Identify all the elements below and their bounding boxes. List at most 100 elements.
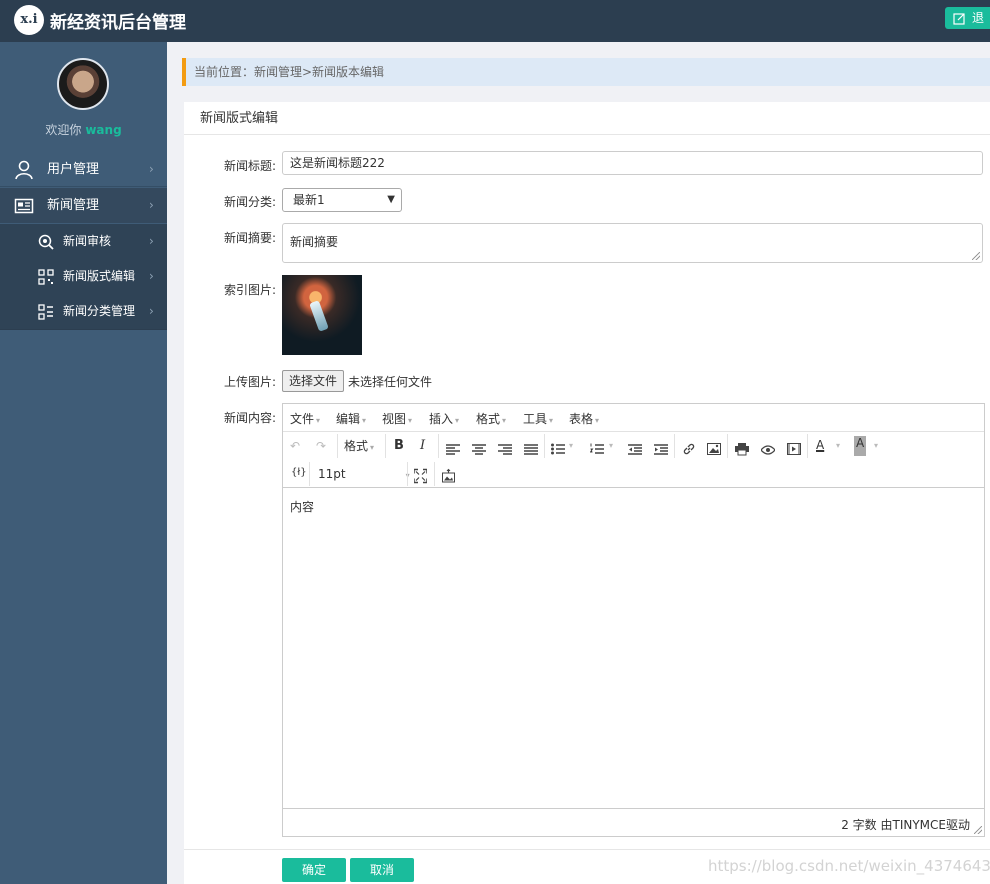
chevron-down-icon: ▾ <box>316 416 321 425</box>
avatar[interactable] <box>57 58 109 110</box>
chevron-right-icon: › <box>149 198 154 212</box>
divider <box>0 329 167 330</box>
sidebar-item-news-category[interactable]: 新闻分类管理 › <box>0 294 167 329</box>
category-label: 新闻分类: <box>223 195 276 209</box>
media-icon[interactable] <box>787 439 801 459</box>
divider <box>385 434 386 458</box>
menu-insert[interactable]: 插入 ▾ <box>429 410 459 427</box>
logout-label: 退 <box>972 11 985 25</box>
menu-file[interactable]: 文件 ▾ <box>290 410 320 427</box>
content-label: 新闻内容: <box>223 411 276 425</box>
sidebar-subitem-label: 新闻版式编辑 <box>63 269 136 283</box>
upload-image-icon[interactable] <box>442 466 455 486</box>
align-center-icon[interactable] <box>472 440 486 460</box>
format-dropdown[interactable]: 格式 ▾ <box>344 436 374 456</box>
chevron-right-icon: › <box>149 269 154 283</box>
edit-panel: 新闻版式编辑 新闻标题: 这是新闻标题222 新闻分类: 最新1 ▼ 新闻摘要:… <box>184 102 990 884</box>
align-justify-icon[interactable] <box>524 440 538 460</box>
panel-title: 新闻版式编辑 <box>184 102 990 135</box>
chevron-down-icon[interactable]: ▾ <box>836 436 840 456</box>
editor-menubar: 文件 ▾ 编辑 ▾ 视图 ▾ 插入 ▾ 格式 ▾ 工具 ▾ 表格 ▾ <box>283 404 984 432</box>
app-logo: x.i <box>14 5 44 35</box>
review-icon <box>38 234 54 250</box>
italic-icon[interactable]: I <box>420 436 425 456</box>
menu-format[interactable]: 格式 ▾ <box>476 410 506 427</box>
divider <box>309 462 310 486</box>
cancel-button[interactable]: 取消 <box>350 858 414 882</box>
indent-icon[interactable] <box>654 440 668 460</box>
news-icon <box>14 198 34 214</box>
word-count: 2 字数 由TINYMCE驱动 <box>841 818 970 832</box>
background-color-icon[interactable]: A <box>854 436 867 456</box>
text-color-icon[interactable]: A <box>816 435 824 455</box>
link-icon[interactable] <box>682 439 696 459</box>
font-size-select[interactable]: 11pt▾ <box>318 464 410 484</box>
menu-tools[interactable]: 工具 ▾ <box>523 410 553 427</box>
chevron-down-icon[interactable]: ▾ <box>874 436 878 456</box>
sidebar-item-news-layout-edit[interactable]: 新闻版式编辑 › <box>0 259 167 294</box>
app-title: 新经资讯后台管理 <box>50 13 186 33</box>
divider <box>544 434 545 458</box>
sidebar-item-label: 新闻管理 <box>47 198 100 213</box>
resize-handle-icon[interactable] <box>974 826 982 834</box>
title-input[interactable]: 这是新闻标题222 <box>282 151 983 175</box>
sidebar-item-news-review[interactable]: 新闻审核 › <box>0 224 167 259</box>
menu-edit[interactable]: 编辑 ▾ <box>336 410 366 427</box>
divider <box>337 434 338 458</box>
editor-toolbar: ↶ ↷ 格式 ▾ B I ▾ ▾ A ▾ A ▾ {ł} 11pt <box>283 432 984 488</box>
chevron-down-icon[interactable]: ▾ <box>609 436 613 456</box>
user-icon <box>15 160 33 180</box>
summary-label: 新闻摘要: <box>223 231 276 245</box>
preview-icon[interactable] <box>761 440 775 460</box>
chevron-right-icon: › <box>149 304 154 318</box>
align-left-icon[interactable] <box>446 440 460 460</box>
chevron-down-icon[interactable]: ▾ <box>569 436 573 456</box>
source-code-icon[interactable]: {ł} <box>291 463 307 483</box>
sidebar-item-news-management[interactable]: 新闻管理 › <box>0 188 167 223</box>
summary-textarea[interactable]: 新闻摘要 <box>282 223 983 263</box>
welcome-prefix: 欢迎你 <box>45 123 82 137</box>
file-status-text: 未选择任何文件 <box>348 375 433 389</box>
logout-button[interactable]: 退 <box>945 7 990 29</box>
layout-icon <box>38 269 54 285</box>
redo-icon[interactable]: ↷ <box>316 436 326 456</box>
sidebar-item-user-management[interactable]: 用户管理 › <box>0 152 167 187</box>
menu-table[interactable]: 表格 ▾ <box>569 410 599 427</box>
breadcrumb: 当前位置：新闻管理>新闻版本编辑 <box>182 58 990 86</box>
summary-value: 新闻摘要 <box>290 235 339 249</box>
sidebar-subitem-label: 新闻分类管理 <box>63 304 136 318</box>
top-bar: x.i 新经资讯后台管理 退 <box>0 0 990 42</box>
dropdown-arrow-icon: ▼ <box>387 194 395 205</box>
image-icon[interactable] <box>707 439 721 459</box>
title-label: 新闻标题: <box>223 159 276 173</box>
print-icon[interactable] <box>735 439 749 459</box>
outdent-icon[interactable] <box>628 440 642 460</box>
fullscreen-icon[interactable] <box>414 466 427 486</box>
chevron-right-icon: › <box>149 234 154 248</box>
category-selected-value: 最新1 <box>293 193 325 207</box>
divider <box>438 434 439 458</box>
divider <box>674 434 675 458</box>
category-select[interactable]: 最新1 ▼ <box>282 188 402 212</box>
divider <box>434 462 435 486</box>
editor-content-area[interactable]: 内容 <box>283 488 984 808</box>
confirm-button[interactable]: 确定 <box>282 858 346 882</box>
chevron-down-icon: ▾ <box>370 443 375 452</box>
chevron-down-icon: ▾ <box>362 416 367 425</box>
username: wang <box>85 123 122 137</box>
choose-file-button[interactable]: 选择文件 <box>282 370 344 392</box>
resize-handle-icon[interactable] <box>972 252 980 260</box>
bullet-list-icon[interactable] <box>551 439 565 459</box>
chevron-right-icon: › <box>149 162 154 176</box>
undo-icon[interactable]: ↶ <box>290 436 300 456</box>
chevron-down-icon: ▾ <box>455 416 460 425</box>
bold-icon[interactable]: B <box>394 436 404 456</box>
numbered-list-icon[interactable] <box>590 439 604 459</box>
rich-text-editor: 文件 ▾ 编辑 ▾ 视图 ▾ 插入 ▾ 格式 ▾ 工具 ▾ 表格 ▾ ↶ ↷ 格式 ▾ B I … <box>282 403 985 837</box>
sidebar-subitem-label: 新闻审核 <box>63 234 112 248</box>
menu-view[interactable]: 视图 ▾ <box>382 410 412 427</box>
sidebar-item-label: 用户管理 <box>47 162 100 177</box>
editor-statusbar: 2 字数 由TINYMCE驱动 <box>283 808 984 836</box>
chevron-down-icon: ▾ <box>408 416 413 425</box>
align-right-icon[interactable] <box>498 440 512 460</box>
